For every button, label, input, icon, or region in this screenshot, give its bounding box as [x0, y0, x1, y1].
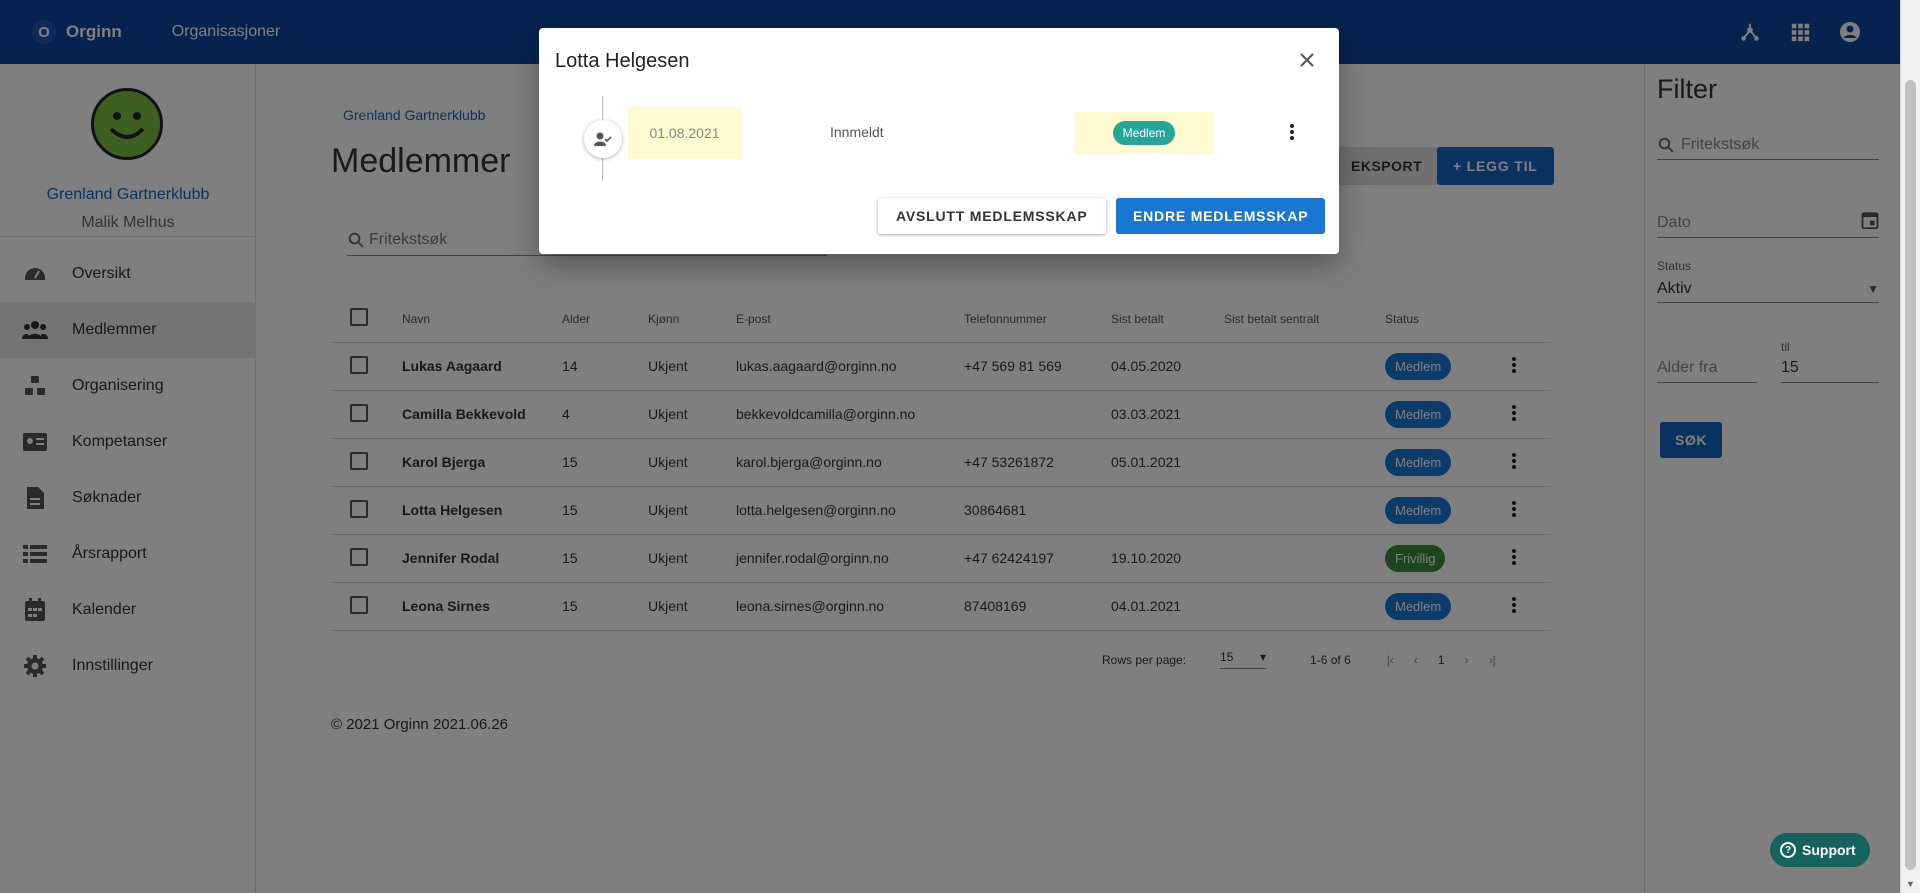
change-membership-button[interactable]: ENDRE MEDLEMSSKAP [1116, 198, 1326, 234]
membership-action: Innmeldt [830, 124, 884, 140]
more-vert-icon[interactable] [1289, 124, 1295, 145]
end-membership-button[interactable]: AVSLUTT MEDLEMSSKAP [878, 198, 1106, 234]
scroll-down-icon[interactable]: ▼ [1906, 879, 1915, 889]
support-button[interactable]: ? Support [1770, 833, 1870, 867]
membership-dialog: Lotta Helgesen 01.08.2021 Innmeldt Medle… [539, 28, 1339, 254]
support-label: Support [1802, 842, 1856, 858]
help-icon: ? [1780, 842, 1796, 858]
status-badge: Medlem [1112, 121, 1176, 145]
person-check-icon [584, 120, 622, 158]
membership-date: 01.08.2021 [628, 107, 741, 159]
scrollbar-thumb[interactable] [1905, 80, 1916, 870]
close-icon[interactable] [1297, 50, 1317, 70]
membership-status-cell: Medlem [1075, 112, 1213, 154]
dialog-title: Lotta Helgesen [555, 50, 690, 72]
page-scrollbar[interactable]: ▼ [1900, 0, 1920, 893]
